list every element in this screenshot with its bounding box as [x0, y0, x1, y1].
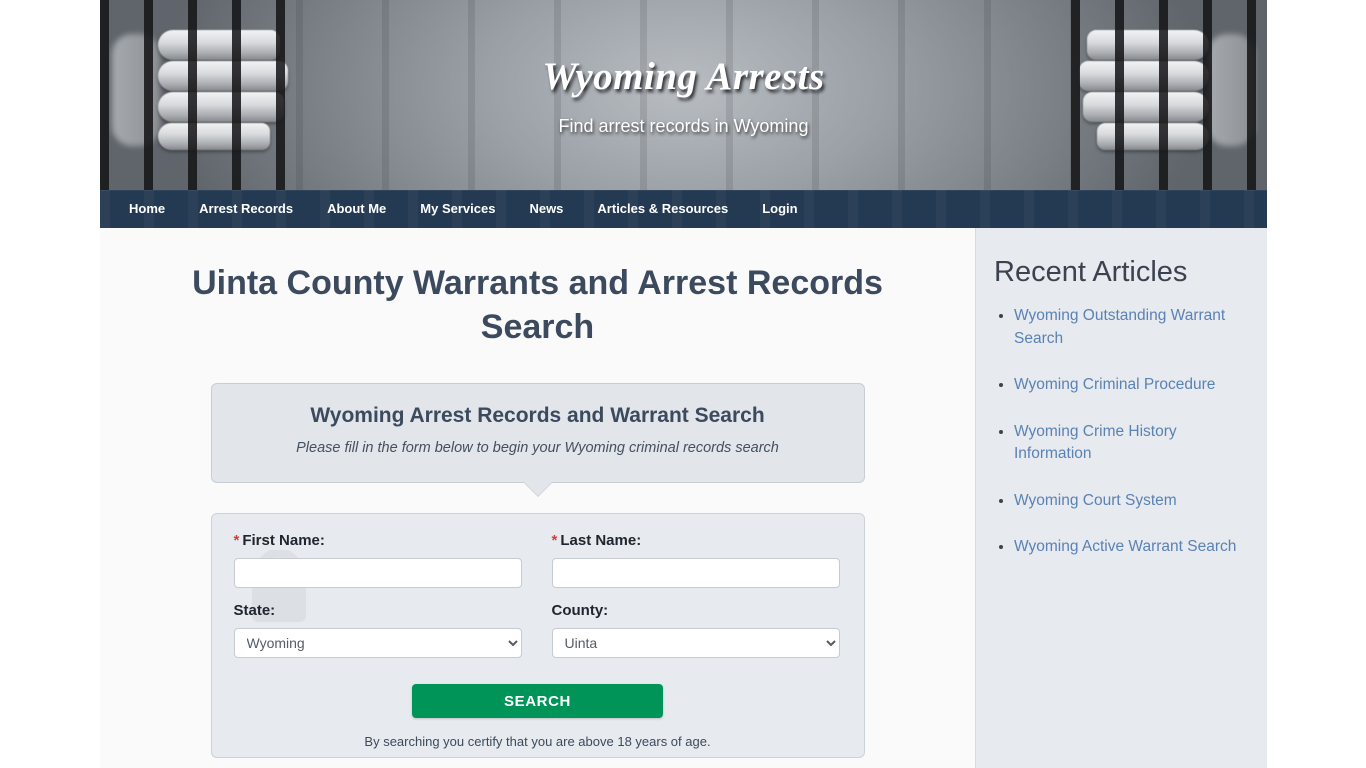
site-title: Wyoming Arrests [542, 55, 825, 98]
sidebar-link-active-warrant-search[interactable]: Wyoming Active Warrant Search [1014, 538, 1236, 555]
list-item: Wyoming Crime History Information [1014, 421, 1253, 466]
nav-item-my-services[interactable]: My Services [403, 190, 512, 228]
nav-item-login[interactable]: Login [745, 190, 814, 228]
state-group: State: Wyoming [233, 602, 522, 658]
name-fields-row: * First Name: * Last Name: [233, 532, 842, 588]
recent-articles-list: Wyoming Outstanding Warrant Search Wyomi… [976, 305, 1267, 559]
nav-item-news[interactable]: News [512, 190, 580, 228]
bubble-body: Wyoming Arrest Records and Warrant Searc… [210, 383, 865, 496]
nav-item-arrest-records[interactable]: Arrest Records [182, 190, 310, 228]
main-content: Uinta County Warrants and Arrest Records… [100, 228, 975, 768]
county-group: County: Uinta [551, 602, 840, 658]
nav-list: Home Arrest Records About Me My Services… [100, 190, 1267, 228]
last-name-input[interactable] [551, 558, 840, 588]
last-name-label-text: Last Name: [560, 532, 642, 549]
nav-item-articles-resources[interactable]: Articles & Resources [580, 190, 745, 228]
first-name-label-text: First Name: [242, 532, 325, 549]
first-name-label: * First Name: [234, 532, 522, 549]
list-item: Wyoming Criminal Procedure [1014, 374, 1253, 397]
sidebar-link-outstanding-warrant-search[interactable]: Wyoming Outstanding Warrant Search [1014, 307, 1225, 347]
sidebar-title: Recent Articles [994, 256, 1188, 288]
body-wrapper: Uinta County Warrants and Arrest Records… [100, 228, 1267, 768]
required-marker-first-name: * [233, 532, 240, 549]
last-name-label: * Last Name: [552, 532, 840, 549]
nav-item-about-me[interactable]: About Me [310, 190, 403, 228]
site-banner: Wyoming Arrests Find arrest records in W… [100, 0, 1267, 190]
first-name-group: * First Name: [233, 532, 522, 588]
bubble-heading: Wyoming Arrest Records and Warrant Searc… [310, 404, 765, 427]
page-container: Wyoming Arrests Find arrest records in W… [100, 0, 1267, 768]
site-tagline: Find arrest records in Wyoming [558, 116, 809, 136]
sidebar-link-court-system[interactable]: Wyoming Court System [1014, 492, 1177, 509]
search-intro-bubble: Wyoming Arrest Records and Warrant Searc… [210, 383, 865, 496]
county-select[interactable]: Uinta [551, 628, 840, 658]
last-name-group: * Last Name: [551, 532, 840, 588]
first-name-input[interactable] [233, 558, 522, 588]
nav-item-home[interactable]: Home [112, 190, 182, 228]
state-select[interactable]: Wyoming [233, 628, 522, 658]
list-item: Wyoming Outstanding Warrant Search [1014, 305, 1253, 350]
search-form-panel: * First Name: * Last Name: State: Wyomin… [210, 513, 865, 758]
list-item: Wyoming Court System [1014, 490, 1253, 513]
required-marker-last-name: * [551, 532, 558, 549]
list-item: Wyoming Active Warrant Search [1014, 536, 1253, 559]
page-title: Uinta County Warrants and Arrest Records… [192, 264, 883, 346]
main-navigation: Home Arrest Records About Me My Services… [100, 190, 1267, 228]
search-button[interactable]: SEARCH [412, 684, 663, 718]
age-disclaimer: By searching you certify that you are ab… [364, 734, 711, 749]
sidebar: Recent Articles Wyoming Outstanding Warr… [975, 228, 1267, 768]
county-label: County: [551, 602, 609, 619]
location-fields-row: State: Wyoming County: Uinta [233, 602, 842, 658]
sidebar-link-criminal-procedure[interactable]: Wyoming Criminal Procedure [1014, 376, 1215, 393]
bubble-subheading: Please fill in the form below to begin y… [296, 440, 779, 456]
sidebar-link-crime-history-information[interactable]: Wyoming Crime History Information [1014, 423, 1177, 463]
state-label: State: [233, 602, 276, 619]
bubble-pointer [523, 482, 552, 496]
